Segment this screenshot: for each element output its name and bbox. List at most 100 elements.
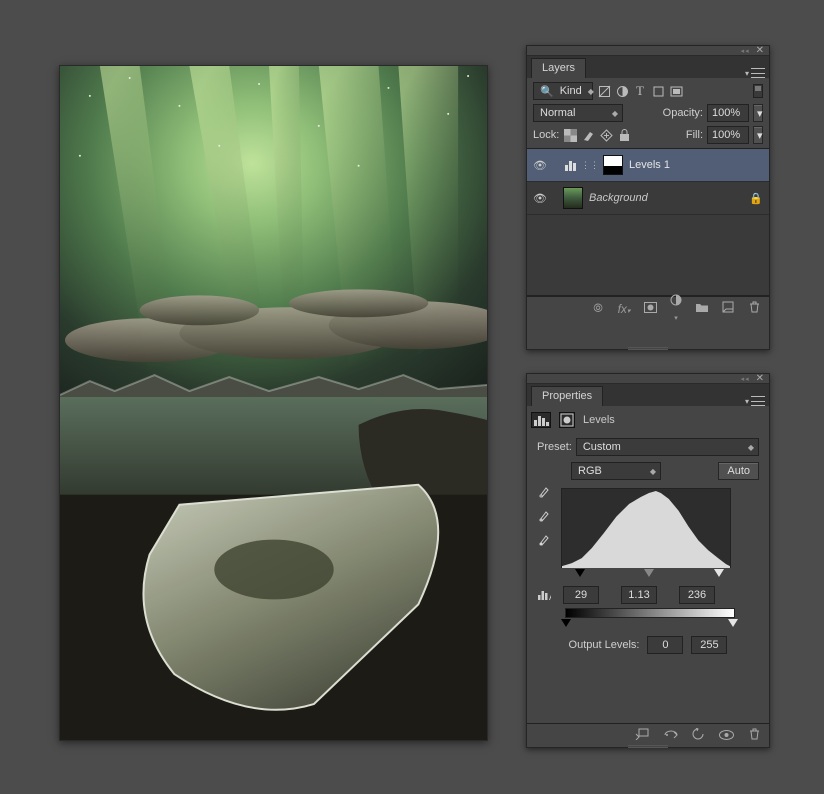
layer-name[interactable]: Background — [589, 192, 648, 204]
blend-mode-select[interactable]: Normal ◆ — [533, 104, 623, 122]
delete-adjustment-icon[interactable] — [747, 728, 761, 743]
preset-label: Preset: — [537, 441, 572, 453]
gray-point-eyedropper-icon[interactable] — [537, 508, 551, 522]
layers-footer: ⦾ fx▾ ▾ — [527, 296, 769, 320]
fill-dropdown[interactable]: ▾ — [753, 126, 763, 144]
properties-footer — [527, 723, 769, 747]
output-low-input[interactable]: 0 — [647, 636, 683, 654]
output-low-value: 0 — [662, 639, 668, 651]
highlight-input[interactable]: 236 — [679, 586, 715, 604]
filter-type-icon[interactable]: T — [633, 84, 647, 98]
output-gradient[interactable] — [565, 608, 735, 618]
opacity-input[interactable]: 100% — [707, 104, 749, 122]
filter-smart-icon[interactable] — [669, 84, 683, 98]
tab-properties[interactable]: Properties — [531, 386, 603, 406]
reset-icon[interactable] — [691, 728, 705, 743]
opacity-dropdown[interactable]: ▾ — [753, 104, 763, 122]
panel-grip[interactable]: ◂◂ ✕ — [527, 46, 769, 56]
midtone-value: 1.13 — [628, 589, 649, 601]
properties-panel: ◂◂ ✕ Properties ▾ Levels Preset: Custom … — [526, 373, 770, 748]
grip-dots: ◂◂ — [741, 47, 750, 55]
visibility-icon[interactable]: 👁 — [533, 192, 547, 205]
filter-adjustments-icon[interactable] — [615, 84, 629, 98]
layer-row-levels1[interactable]: 👁 ⋮⋮ Levels 1 — [527, 149, 769, 182]
auto-button[interactable]: Auto — [718, 462, 759, 480]
output-low-slider[interactable] — [561, 619, 571, 627]
new-adjustment-icon[interactable]: ▾ — [669, 294, 683, 323]
output-high-input[interactable]: 255 — [691, 636, 727, 654]
black-point-eyedropper-icon[interactable] — [537, 484, 551, 498]
opacity-label: Opacity: — [663, 107, 703, 119]
layers-panel: ◂◂ ✕ Layers ▾ 🔍 Kind ◆ T Normal ◆ — [526, 45, 770, 350]
midtone-input[interactable]: 1.13 — [621, 586, 657, 604]
levels-icon[interactable] — [531, 412, 551, 428]
panel-grip[interactable]: ◂◂ ✕ — [527, 374, 769, 384]
toggle-visibility-icon[interactable] — [719, 729, 733, 743]
channel-value: RGB — [578, 465, 602, 477]
lock-transparency-icon[interactable] — [563, 128, 577, 142]
new-group-icon[interactable] — [695, 302, 709, 316]
lock-label: Lock: — [533, 129, 559, 141]
levels-adjustment-icon — [563, 158, 577, 172]
blend-mode-value: Normal — [540, 107, 575, 119]
output-high-value: 255 — [700, 639, 718, 651]
filter-pixels-icon[interactable] — [597, 84, 611, 98]
filter-shape-icon[interactable] — [651, 84, 665, 98]
properties-title: Levels — [583, 414, 615, 426]
lock-pixels-icon[interactable] — [581, 128, 595, 142]
panel-tabbar: Layers ▾ — [527, 56, 769, 78]
document-canvas[interactable] — [59, 65, 488, 741]
fill-label: Fill: — [686, 129, 703, 141]
input-slider-track[interactable] — [561, 570, 731, 580]
add-mask-icon[interactable] — [643, 302, 657, 316]
fill-input[interactable]: 100% — [707, 126, 749, 144]
lock-all-icon[interactable] — [617, 128, 631, 142]
panel-tabbar: Properties ▾ — [527, 384, 769, 406]
output-levels-label: Output Levels: — [569, 639, 640, 651]
panel-menu-icon[interactable] — [751, 68, 765, 78]
tab-layers[interactable]: Layers — [531, 58, 586, 78]
opacity-value: 100% — [712, 107, 740, 119]
midtone-slider[interactable] — [644, 569, 654, 577]
mask-mode-icon[interactable] — [559, 412, 575, 428]
filter-kind-select[interactable]: 🔍 Kind ◆ — [533, 82, 593, 100]
view-previous-icon[interactable] — [663, 729, 677, 743]
preset-value: Custom — [583, 441, 621, 453]
link-layers-icon[interactable]: ⦾ — [591, 301, 605, 316]
highlight-slider[interactable] — [714, 569, 724, 577]
properties-header: Levels — [527, 406, 769, 434]
panel-menu-arrow: ▾ — [745, 69, 749, 78]
lock-position-icon[interactable] — [599, 128, 613, 142]
delete-layer-icon[interactable] — [747, 301, 761, 316]
panel-menu-icon[interactable] — [751, 396, 765, 406]
close-icon[interactable]: ✕ — [756, 373, 764, 384]
lock-icon[interactable]: 🔒 — [749, 192, 763, 205]
visibility-icon[interactable]: 👁 — [533, 159, 547, 172]
histogram[interactable] — [561, 488, 731, 568]
close-icon[interactable]: ✕ — [756, 45, 764, 56]
link-mask-icon[interactable]: ⋮⋮ — [583, 158, 597, 172]
layer-row-background[interactable]: 👁 Background 🔒 — [527, 182, 769, 215]
photo-aurora — [60, 66, 487, 740]
panel-menu-arrow: ▾ — [745, 397, 749, 406]
levels-text-icon: A — [537, 588, 551, 602]
grip-dots: ◂◂ — [741, 375, 750, 383]
white-point-eyedropper-icon[interactable] — [537, 532, 551, 546]
shadow-slider[interactable] — [575, 569, 585, 577]
fill-value: 100% — [712, 129, 740, 141]
channel-select[interactable]: RGB ◆ — [571, 462, 661, 480]
output-slider-track[interactable] — [565, 620, 735, 630]
layers-list: 👁 ⋮⋮ Levels 1 👁 Background 🔒 — [527, 148, 769, 296]
layer-style-icon[interactable]: fx▾ — [617, 302, 631, 316]
filter-toggle[interactable] — [753, 84, 763, 98]
new-layer-icon[interactable] — [721, 301, 735, 316]
output-high-slider[interactable] — [728, 619, 738, 627]
search-icon: 🔍 — [540, 84, 554, 98]
shadow-input[interactable]: 29 — [563, 586, 599, 604]
auto-label: Auto — [727, 465, 750, 477]
clip-to-layer-icon[interactable] — [635, 728, 649, 743]
preset-select[interactable]: Custom ◆ — [576, 438, 759, 456]
layer-mask-thumb[interactable] — [603, 155, 623, 175]
layer-name[interactable]: Levels 1 — [629, 159, 670, 171]
layer-thumb[interactable] — [563, 187, 583, 209]
